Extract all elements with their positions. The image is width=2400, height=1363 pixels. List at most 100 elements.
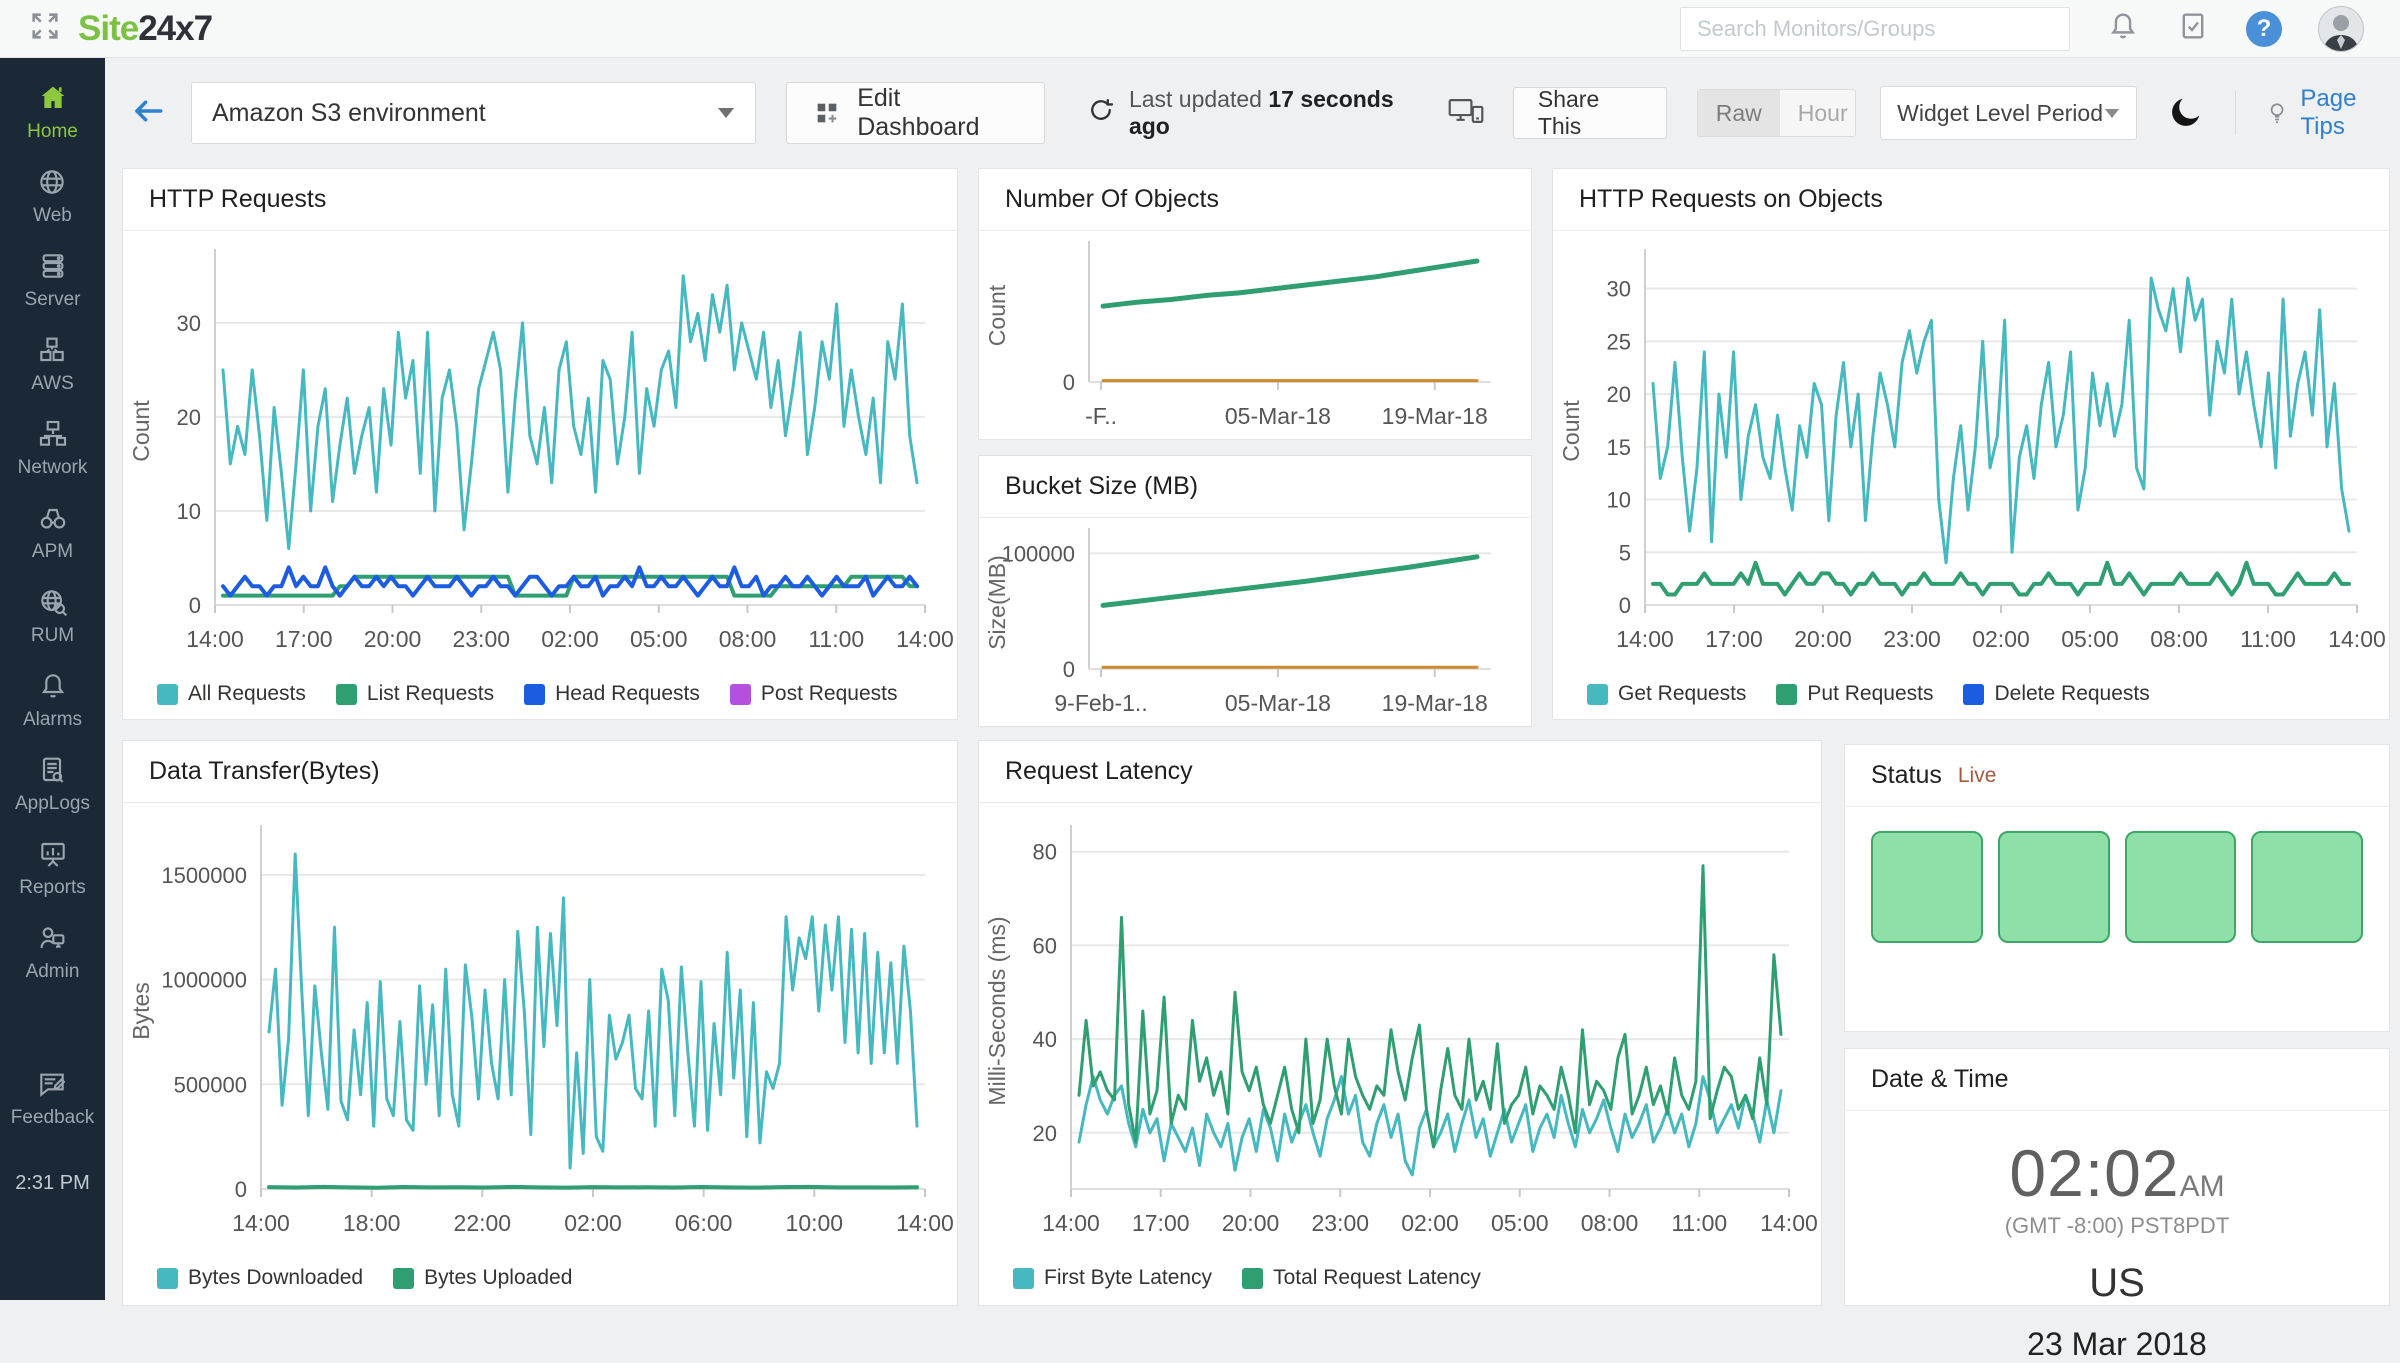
legend-item[interactable]: Total Request Latency (1242, 1266, 1481, 1290)
svg-text:23:00: 23:00 (1311, 1210, 1369, 1236)
legend-item[interactable]: Post Requests (730, 682, 898, 706)
legend-label: Post Requests (761, 682, 898, 706)
legend-label: First Byte Latency (1044, 1266, 1212, 1290)
svg-text:20:00: 20:00 (1222, 1210, 1280, 1236)
status-boxes (1845, 807, 2389, 967)
logo-area: Site24x7 (0, 9, 212, 49)
dashboard-toolbar: Amazon S3 environment Edit Dashboard Las… (105, 58, 2400, 168)
svg-text:1500000: 1500000 (161, 863, 247, 888)
sidebar-item-reports[interactable]: Reports (19, 838, 86, 899)
status-box[interactable] (1871, 831, 1983, 943)
raw-hour-toggle: Raw Hour (1697, 89, 1856, 137)
svg-text:500000: 500000 (174, 1072, 247, 1097)
legend-item[interactable]: Delete Requests (1963, 682, 2149, 706)
sidebar-item-alarms[interactable]: Alarms (23, 670, 82, 731)
sidebar-item-apm[interactable]: APM (32, 502, 73, 563)
widget-date-time: Date & Time 02:02AM (GMT -8:00) PST8PDT … (1844, 1048, 2390, 1306)
svg-text:0: 0 (1619, 593, 1631, 618)
svg-text:02:00: 02:00 (1972, 626, 2030, 652)
chevron-down-icon (2104, 108, 2120, 119)
svg-text:5: 5 (1619, 540, 1631, 565)
sidebar-item-home[interactable]: Home (27, 82, 78, 143)
svg-text:0: 0 (1063, 370, 1075, 395)
legend-item[interactable]: Bytes Downloaded (157, 1266, 363, 1290)
svg-text:11:00: 11:00 (808, 626, 864, 652)
status-box[interactable] (2125, 831, 2237, 943)
svg-text:30: 30 (177, 311, 201, 336)
legend-label: Bytes Downloaded (188, 1266, 363, 1290)
legend-item[interactable]: Bytes Uploaded (393, 1266, 572, 1290)
svg-text:Milli-Seconds (ms): Milli-Seconds (ms) (984, 916, 1010, 1105)
svg-text:Bytes: Bytes (128, 982, 154, 1040)
svg-text:20: 20 (1607, 382, 1631, 407)
svg-text:Count: Count (984, 284, 1010, 346)
legend-swatch (1587, 684, 1608, 705)
sidebar-item-aws[interactable]: AWS (31, 334, 74, 395)
svg-text:06:00: 06:00 (675, 1210, 733, 1236)
sidebar-item-admin[interactable]: Admin (26, 922, 80, 983)
legend-item[interactable]: Head Requests (524, 682, 700, 706)
refresh-icon[interactable] (1087, 96, 1115, 130)
search-input[interactable] (1680, 7, 2070, 51)
widget-title: Date & Time (1845, 1049, 2389, 1111)
home-icon (37, 82, 69, 114)
http-requests-on-objects-chart: 05101520253014:0017:0020:0023:0002:0005:… (1553, 231, 2387, 671)
sidebar-clock: 2:31 PM (15, 1172, 89, 1195)
status-box[interactable] (2251, 831, 2363, 943)
back-arrow-icon[interactable] (129, 92, 167, 135)
sidebar-item-rum[interactable]: RUM (31, 586, 74, 647)
share-this-button[interactable]: Share This (1513, 87, 1667, 139)
widget-level-period-dropdown[interactable]: Widget Level Period (1880, 86, 2137, 140)
svg-text:100000: 100000 (1002, 541, 1075, 566)
dashboard-selector[interactable]: Amazon S3 environment (191, 82, 756, 144)
svg-text:02:00: 02:00 (564, 1210, 622, 1236)
expand-arrows-icon[interactable] (28, 9, 62, 48)
devices-icon[interactable] (1447, 94, 1485, 133)
legend-item[interactable]: First Byte Latency (1013, 1266, 1212, 1290)
live-badge: Live (1958, 764, 1997, 788)
aws-icon (36, 334, 68, 366)
svg-text:9-Feb-1..: 9-Feb-1.. (1054, 690, 1147, 716)
legend-item[interactable]: Get Requests (1587, 682, 1746, 706)
widget-title: Number Of Objects (979, 169, 1531, 231)
legend-label: Get Requests (1618, 682, 1746, 706)
status-box[interactable] (1998, 831, 2110, 943)
svg-text:Size(MB): Size(MB) (984, 555, 1010, 650)
svg-text:14:00: 14:00 (1616, 626, 1674, 652)
svg-text:08:00: 08:00 (719, 626, 777, 652)
sidebar-item-server[interactable]: Server (25, 250, 81, 311)
admin-icon (36, 922, 68, 954)
toggle-raw[interactable]: Raw (1698, 90, 1780, 136)
tasks-icon[interactable] (2176, 9, 2210, 48)
svg-text:10:00: 10:00 (786, 1210, 844, 1236)
http-requests-chart: 010203014:0017:0020:0023:0002:0005:0008:… (123, 231, 955, 671)
svg-text:19-Mar-18: 19-Mar-18 (1382, 690, 1488, 716)
date: 23 Mar 2018 (1845, 1326, 2389, 1363)
help-icon[interactable]: ? (2246, 11, 2282, 47)
legend-item[interactable]: Put Requests (1776, 682, 1933, 706)
sidebar-item-web[interactable]: Web (33, 166, 72, 227)
svg-text:14:00: 14:00 (1760, 1210, 1818, 1236)
svg-text:17:00: 17:00 (275, 626, 333, 652)
legend-item[interactable]: List Requests (336, 682, 494, 706)
sidebar-item-applogs[interactable]: AppLogs (15, 754, 90, 815)
legend-item[interactable]: All Requests (157, 682, 306, 706)
widget-title: HTTP Requests (123, 169, 957, 231)
bell-icon[interactable] (2106, 9, 2140, 48)
svg-text:20: 20 (177, 405, 201, 430)
legend-label: Put Requests (1807, 682, 1933, 706)
svg-text:05:00: 05:00 (1491, 1210, 1549, 1236)
svg-text:17:00: 17:00 (1705, 626, 1763, 652)
page-tips-link[interactable]: Page Tips (2264, 85, 2400, 141)
edit-dashboard-button[interactable]: Edit Dashboard (786, 82, 1045, 144)
legend-swatch (1242, 1268, 1263, 1289)
svg-text:Count: Count (1558, 400, 1584, 462)
sidebar-item-network[interactable]: Network (18, 418, 88, 479)
svg-text:05:00: 05:00 (630, 626, 688, 652)
svg-text:23:00: 23:00 (1883, 626, 1941, 652)
avatar[interactable] (2318, 6, 2364, 52)
toggle-hour[interactable]: Hour (1780, 90, 1856, 136)
dark-mode-moon-icon[interactable] (2169, 93, 2205, 134)
legend-label: Bytes Uploaded (424, 1266, 572, 1290)
sidebar-item-feedback[interactable]: Feedback (11, 1068, 94, 1129)
